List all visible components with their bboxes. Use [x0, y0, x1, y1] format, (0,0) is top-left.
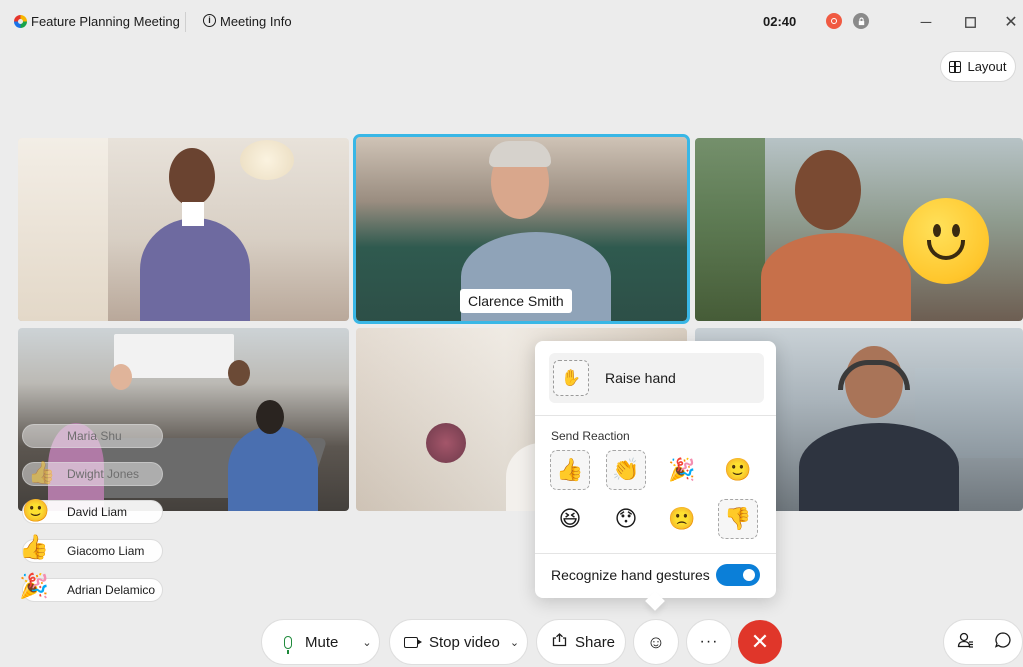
thumbs-up-icon: 👍: [19, 534, 49, 561]
thumbs-down-reaction-button[interactable]: 👎: [718, 499, 758, 539]
more-options-button[interactable]: ···: [686, 619, 732, 665]
participant-head: [110, 364, 132, 390]
mute-button[interactable]: Mute ⌄: [261, 619, 380, 665]
maximize-button[interactable]: [958, 10, 982, 34]
title-bar: Feature Planning Meeting i Meeting Info …: [0, 0, 1023, 44]
smile-reaction-button[interactable]: 🙂: [718, 450, 758, 490]
participant-hair: [489, 141, 551, 167]
mute-label: Mute: [305, 633, 339, 651]
surprised-reaction-button[interactable]: 😯: [606, 499, 646, 539]
participant-name: David Liam: [67, 505, 128, 519]
minimize-button[interactable]: ─: [914, 10, 938, 34]
meeting-info-button[interactable]: Meeting Info: [220, 14, 292, 29]
participants-chat-group: [943, 619, 1023, 665]
hand-gestures-toggle[interactable]: [716, 564, 760, 586]
emoji-icon: ☺: [646, 631, 666, 652]
lamp-shade: [240, 140, 294, 180]
reactions-button[interactable]: ☺: [633, 619, 679, 665]
stop-video-button[interactable]: Stop video ⌄: [389, 619, 528, 665]
participant-body: [228, 426, 318, 511]
clap-reaction-button[interactable]: 👏: [606, 450, 646, 490]
participant-head: [795, 150, 861, 230]
participant-reaction-item: 👍 Dwight Jones: [22, 460, 163, 486]
lock-icon[interactable]: [853, 13, 869, 29]
laugh-reaction-button[interactable]: 😆: [550, 499, 590, 539]
layout-button-label: Layout: [967, 59, 1007, 74]
recording-icon[interactable]: [826, 13, 842, 29]
meeting-title: Feature Planning Meeting: [31, 14, 180, 29]
meeting-timer: 02:40: [763, 14, 797, 29]
popover-divider: [535, 553, 776, 554]
reactions-popover: ✋ Raise hand Send Reaction 👍 👏 🎉 🙂 😆 😯 🙁…: [535, 341, 776, 598]
grid-layout-icon: [949, 60, 962, 73]
participant-body: [140, 218, 250, 321]
share-button[interactable]: Share: [536, 619, 626, 665]
close-window-button[interactable]: ✕: [999, 10, 1023, 34]
thumbs-up-reaction-button[interactable]: 👍: [550, 450, 590, 490]
sad-reaction-button[interactable]: 🙁: [662, 499, 702, 539]
end-call-button[interactable]: ✕: [738, 620, 782, 664]
flower-vase: [426, 423, 466, 463]
participant-reaction-item: Maria Shu: [22, 424, 163, 448]
camera-icon: [404, 636, 422, 648]
chat-icon[interactable]: [994, 631, 1012, 653]
participant-reaction-item: 🙂 David Liam: [22, 498, 163, 524]
participant-head: [169, 148, 215, 206]
smile-icon: 🙂: [22, 498, 50, 523]
more-dots-icon: ···: [699, 633, 719, 650]
party-popper-reaction-button[interactable]: 🎉: [662, 450, 702, 490]
raised-hand-icon: ✋: [553, 360, 589, 396]
video-tile[interactable]: [18, 138, 349, 321]
share-icon: [552, 633, 567, 651]
participant-name: Adrian Delamico: [67, 583, 156, 597]
share-label: Share: [575, 633, 616, 651]
participant-reaction-item: 👍 Giacomo Liam: [19, 535, 163, 563]
smile-reaction-icon: [903, 198, 989, 284]
thumbs-up-icon: 👍: [28, 460, 56, 485]
participants-icon[interactable]: [957, 631, 975, 653]
wall-shelf: [18, 138, 108, 321]
participant-name: Giacomo Liam: [67, 544, 145, 558]
active-speaker-name-label: Clarence Smith: [460, 289, 572, 313]
participant-name: Dwight Jones: [67, 467, 140, 481]
microphone-icon: [284, 635, 292, 654]
info-icon[interactable]: i: [203, 14, 216, 27]
whiteboard-screen: [114, 334, 234, 378]
stop-video-label: Stop video: [429, 633, 500, 651]
participant-reaction-item: 🎉 Adrian Delamico: [19, 574, 163, 602]
participant-shirt: [182, 202, 204, 226]
chevron-down-icon[interactable]: ⌄: [362, 636, 371, 649]
participant-body: [799, 423, 959, 511]
party-popper-icon: 🎉: [19, 573, 49, 600]
plant: [695, 138, 765, 321]
title-divider: [185, 12, 186, 32]
send-reaction-title: Send Reaction: [551, 429, 630, 443]
chevron-down-icon[interactable]: ⌄: [510, 636, 519, 649]
app-logo-icon: [14, 15, 27, 28]
raise-hand-label: Raise hand: [605, 370, 676, 386]
participant-head: [228, 360, 250, 386]
participant-name: Maria Shu: [67, 429, 122, 443]
raise-hand-button[interactable]: ✋ Raise hand: [549, 353, 764, 403]
gesture-label: Recognize hand gestures: [551, 567, 710, 583]
layout-button[interactable]: Layout: [940, 51, 1016, 82]
close-icon: ✕: [750, 629, 770, 654]
popover-divider: [535, 415, 776, 416]
participant-body: [761, 233, 911, 321]
participant-head: [256, 400, 284, 434]
